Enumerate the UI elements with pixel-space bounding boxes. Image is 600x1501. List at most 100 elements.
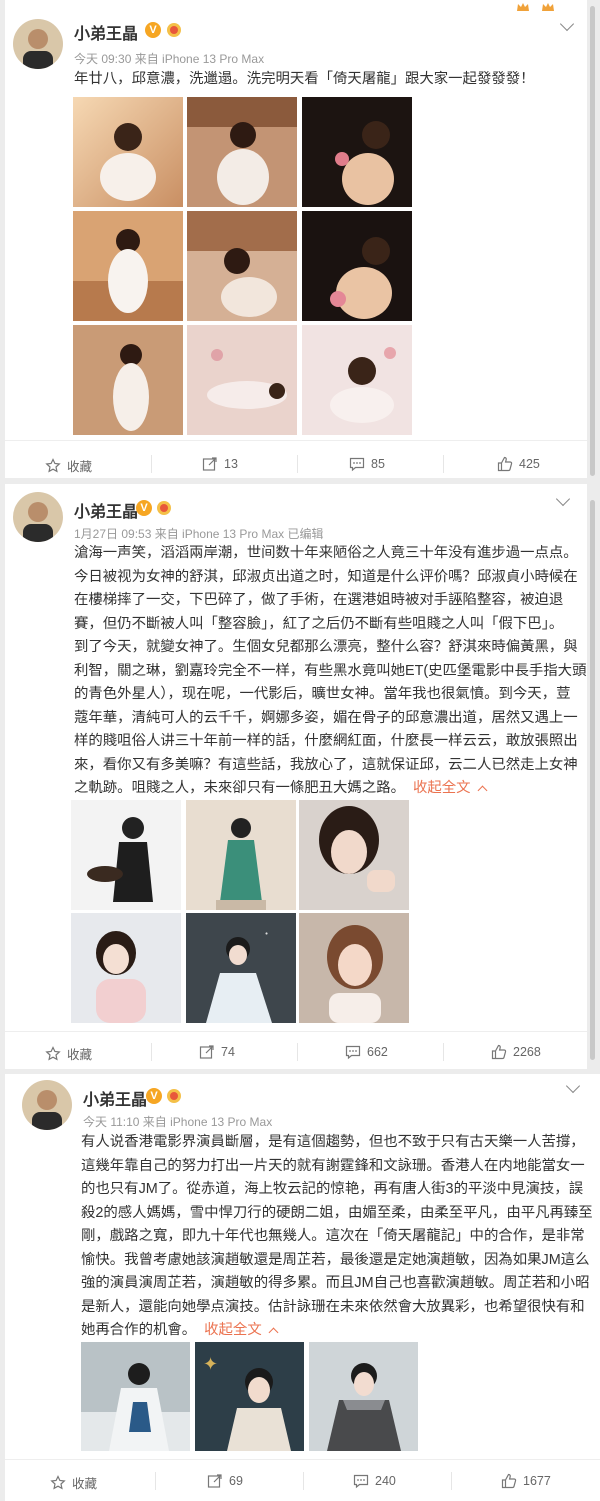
- svg-text:✦: ✦: [203, 1354, 218, 1375]
- repost-count: 74: [221, 1045, 235, 1059]
- divider: [5, 1459, 600, 1460]
- comment-button[interactable]: 85: [349, 456, 385, 472]
- post-meta: 今天 09:30 来自 iPhone 13 Pro Max: [74, 52, 265, 66]
- collapse-label: 收起全文: [204, 1322, 262, 1338]
- star-icon: [45, 457, 61, 472]
- text-line: 有人说香港電影界演員斷層，是有這個趨勢，但也不致于只有古天樂一人苦撐，: [81, 1134, 585, 1150]
- post-image[interactable]: [81, 1342, 190, 1451]
- post-image[interactable]: [187, 97, 297, 207]
- post-image[interactable]: [302, 97, 412, 207]
- post-text: 年廿八，邱意濃，洗邋遢。洗完明天看「倚天屠龍」跟大家一起發發發！: [74, 68, 535, 92]
- text-line: 到了今天，就變女神了。生個女兒都那么漂亮，整什么容？舒淇來時偏黃黑，與: [74, 639, 578, 655]
- repost-count: 69: [229, 1474, 243, 1488]
- text-line: 愉快。我曾考慮她該演趙敏還是周芷若，最後還是定她演趙敏，因為如果JM這么: [81, 1251, 590, 1268]
- post-card-2: 小弟王晶 V 1月27日 09:53 来自 iPhone 13 Pro Max …: [5, 484, 587, 1069]
- post-image[interactable]: [299, 913, 409, 1023]
- scrollbar[interactable]: [590, 500, 595, 1060]
- username[interactable]: 小弟王晶: [74, 498, 138, 522]
- post-image[interactable]: [73, 325, 183, 435]
- chevron-down-icon[interactable]: [559, 16, 575, 32]
- comment-count: 240: [375, 1474, 396, 1488]
- text-line: 是新人，還能向她學点演技。估計詠珊在未來依然會大放異彩，也希望很快有和: [81, 1298, 585, 1315]
- star-icon: [50, 1474, 66, 1489]
- favorite-button[interactable]: 收藏: [45, 1044, 92, 1063]
- like-button[interactable]: 425: [497, 456, 540, 472]
- text-line-last: 之軌跡。咀賤之人，未來卻只有一條肥丑大媽之路。: [74, 780, 405, 796]
- comment-count: 85: [371, 457, 385, 471]
- username[interactable]: 小弟王晶: [74, 20, 138, 44]
- like-count: 425: [519, 457, 540, 471]
- comment-icon: [353, 1474, 369, 1489]
- post-image[interactable]: [309, 1342, 418, 1451]
- post-image[interactable]: ·: [186, 913, 296, 1023]
- comment-button[interactable]: 240: [353, 1473, 396, 1489]
- repost-button[interactable]: 74: [199, 1044, 235, 1060]
- chevron-up-icon: [477, 785, 488, 796]
- post-image[interactable]: [299, 800, 409, 910]
- text-line: 的也只有JM了。從赤道，海上牧云記的惊艳，再有唐人街3的平淡中見演技，誤: [81, 1181, 584, 1197]
- text-line-last: 她再合作的机會。: [81, 1322, 197, 1338]
- scrollbar[interactable]: [590, 6, 595, 476]
- verified-icon: V: [146, 1088, 162, 1104]
- favorite-label: 收藏: [67, 460, 93, 474]
- divider: [155, 1472, 156, 1490]
- comment-button[interactable]: 662: [345, 1044, 388, 1060]
- post-text: 滄海一声笑，滔滔兩岸潮，世间数十年来陋俗之人竟三十年没有進步過一点点。 今日被视…: [74, 542, 586, 801]
- text-line: 賽，但仍不斷被人叫「整容臉」，紅了之后仍不斷有些咀賤之人叫「假下巴」。: [74, 615, 564, 632]
- post-image[interactable]: [187, 211, 297, 321]
- text-line: 強的演員演周芷若，演趙敏的得多累。而且JM自己也喜歡演趙敏。周芷若和小昭: [81, 1275, 590, 1291]
- post-image[interactable]: [73, 211, 183, 321]
- collapse-link[interactable]: 收起全文: [413, 780, 488, 796]
- like-icon: [491, 1044, 507, 1060]
- like-count: 2268: [513, 1045, 541, 1059]
- post-image[interactable]: [186, 800, 296, 910]
- divider: [443, 455, 444, 473]
- post-meta: 今天 11:10 来自 iPhone 13 Pro Max: [83, 1115, 273, 1129]
- divider: [451, 1472, 452, 1490]
- repost-button[interactable]: 69: [207, 1473, 243, 1489]
- post-image[interactable]: [71, 800, 181, 910]
- comment-count: 662: [367, 1045, 388, 1059]
- text-line: 之軌跡。咀賤之人，未來卻只有一條肥丑大媽之路。 收起全文: [74, 777, 586, 801]
- collapse-link[interactable]: 收起全文: [204, 1322, 279, 1338]
- svg-text:·: ·: [264, 924, 269, 943]
- verified-icon: V: [136, 500, 152, 516]
- repost-icon: [207, 1474, 222, 1488]
- like-button[interactable]: 1677: [501, 1473, 551, 1489]
- post-image[interactable]: [73, 97, 183, 207]
- repost-count: 13: [224, 457, 238, 471]
- post-image[interactable]: [302, 325, 412, 435]
- chevron-down-icon[interactable]: [555, 491, 571, 507]
- favorite-button[interactable]: 收藏: [50, 1473, 97, 1492]
- divider: [151, 1043, 152, 1061]
- avatar[interactable]: [22, 1080, 72, 1130]
- post-image[interactable]: [187, 325, 297, 435]
- text-line: 剛，戲路之寬，即九十年代也無幾人。這次在「倚天屠龍記」中的合作，是非常: [81, 1228, 585, 1244]
- divider: [151, 455, 152, 473]
- post-image[interactable]: [302, 211, 412, 321]
- divider: [5, 1031, 587, 1032]
- repost-icon: [199, 1045, 214, 1059]
- text-line: 這幾年靠自己的努力打出一片天的就有謝霆鋒和文詠珊。香港人在内地能當女一: [81, 1157, 585, 1174]
- like-icon: [497, 456, 513, 472]
- avatar[interactable]: [13, 19, 63, 69]
- post-image[interactable]: [71, 913, 181, 1023]
- like-button[interactable]: 2268: [491, 1044, 541, 1060]
- text-line: 年廿八，邱意濃，洗邋遢。洗完明天看「倚天屠龍」跟大家一起發發發！: [74, 71, 535, 87]
- avatar[interactable]: [13, 492, 63, 542]
- like-count: 1677: [523, 1474, 551, 1488]
- star-icon: [45, 1045, 61, 1060]
- username[interactable]: 小弟王晶: [83, 1086, 147, 1110]
- text-line: 她再合作的机會。 收起全文: [81, 1319, 593, 1343]
- text-line: 样的賤咀俗人讲三十年前一样的話，什麼網紅面，什麼長一样云云，敢放張照出: [74, 733, 578, 749]
- favorite-button[interactable]: 收藏: [45, 456, 92, 475]
- post-image[interactable]: ✦: [195, 1342, 304, 1451]
- text-line: 蔻年華，清純可人的云千千，婀娜多姿，媚在骨子的邱意濃出道，居然又遇上一: [74, 709, 578, 726]
- verified-icon: V: [145, 22, 161, 38]
- repost-button[interactable]: 13: [202, 456, 238, 472]
- divider: [5, 440, 587, 441]
- text-line: 的青色外星人），现在呢，一代影后，曠世女神。當年我也很氣憤。到今天，荳: [74, 686, 571, 702]
- favorite-label: 收藏: [72, 1477, 98, 1491]
- chevron-down-icon[interactable]: [565, 1078, 581, 1094]
- collapse-label: 收起全文: [413, 780, 471, 796]
